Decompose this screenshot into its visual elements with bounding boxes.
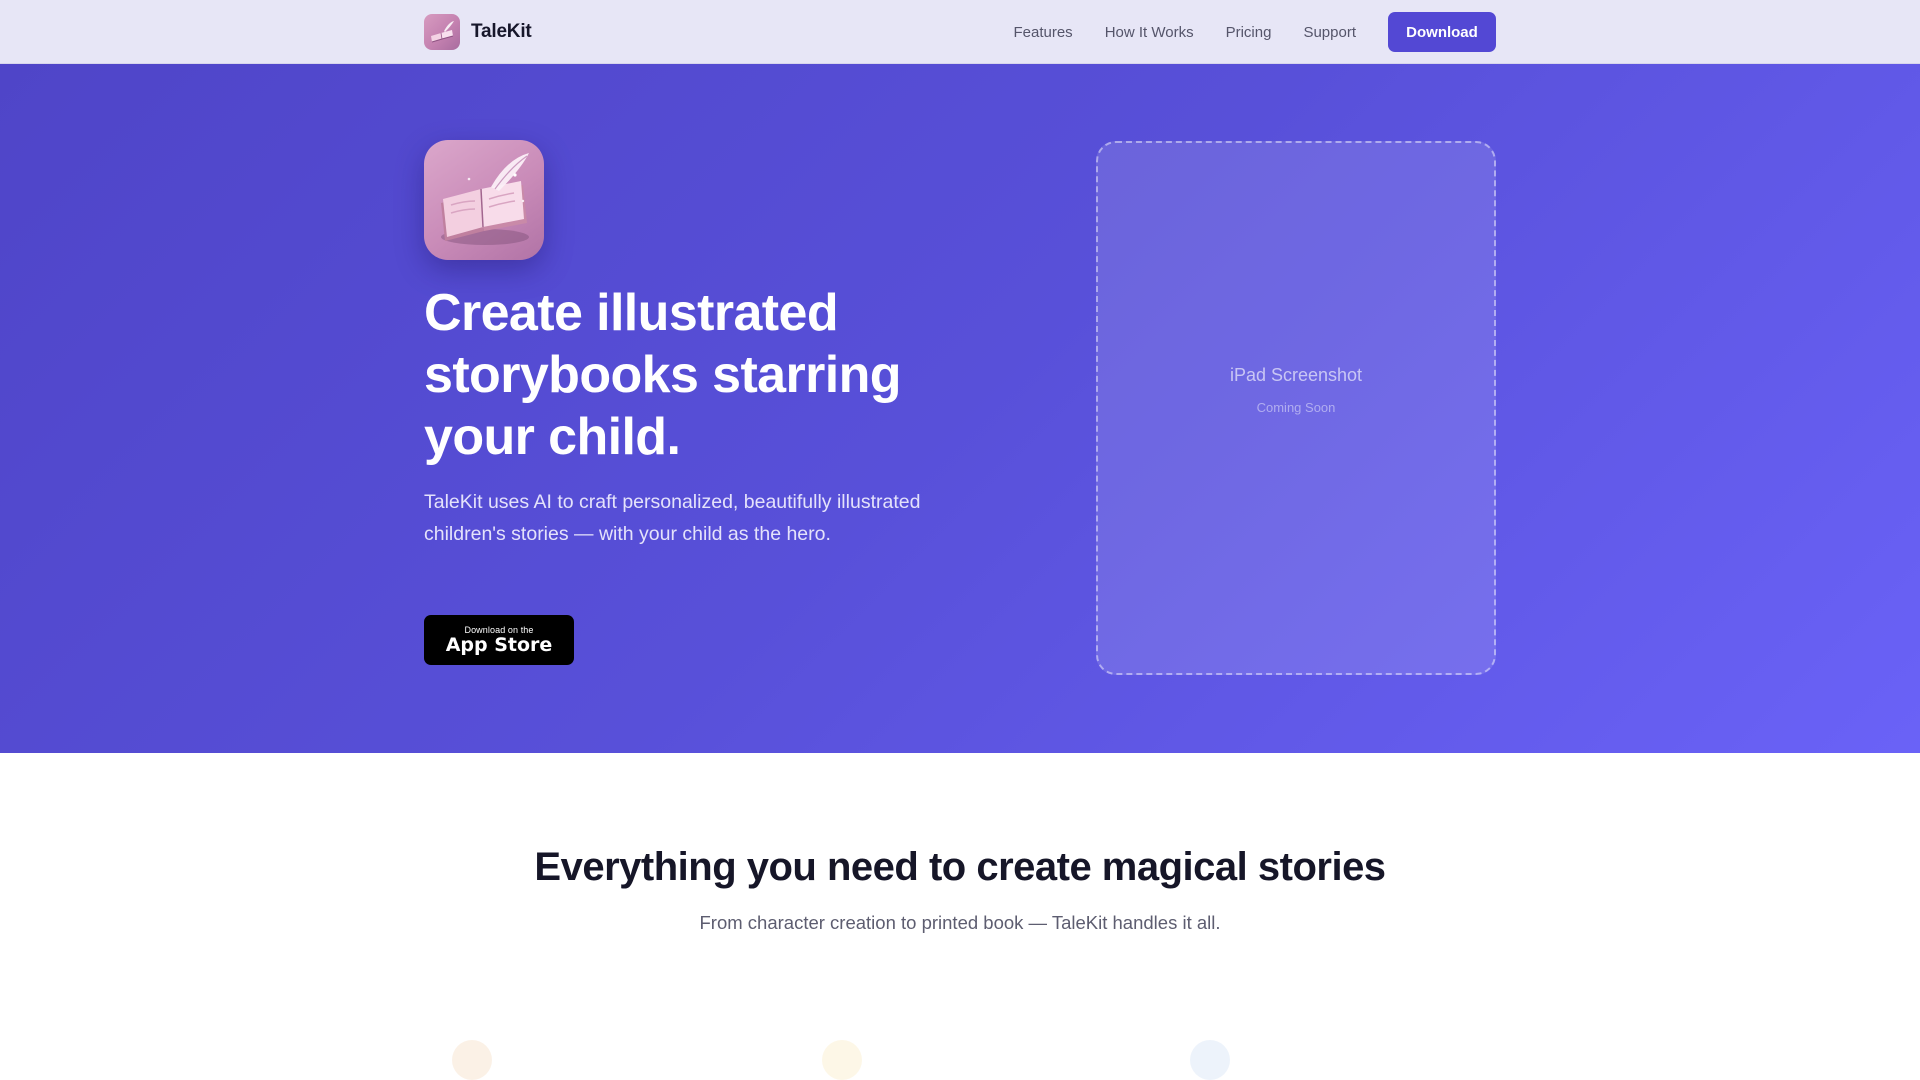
nav-link-support[interactable]: Support <box>1303 24 1356 41</box>
badge-small-text: Download on the <box>464 624 534 635</box>
features-title: Everything you need to create magical st… <box>534 845 1386 889</box>
app-store-badge[interactable]: Download on the App Store <box>424 615 574 665</box>
nav-link-pricing[interactable]: Pricing <box>1226 24 1272 41</box>
nav-link-how-it-works[interactable]: How It Works <box>1105 24 1194 41</box>
brand-name: TaleKit <box>471 21 532 42</box>
placeholder-subtitle: Coming Soon <box>1256 400 1336 415</box>
book-logo-icon <box>424 14 460 50</box>
hero-section: Create illustrated storybooks starring y… <box>0 64 1920 753</box>
navbar-inner: TaleKit Features How It Works Pricing Su… <box>424 0 1496 64</box>
ipad-screenshot-placeholder: iPad Screenshot Coming Soon <box>1096 141 1496 675</box>
navbar: TaleKit Features How It Works Pricing Su… <box>0 0 1920 64</box>
brand[interactable]: TaleKit <box>424 14 532 50</box>
nav-download-button[interactable]: Download <box>1388 12 1496 52</box>
hero-subtitle: TaleKit uses AI to craft personalized, b… <box>424 491 921 545</box>
nav-links: Features How It Works Pricing Support Do… <box>1013 12 1496 52</box>
hero-title: Create illustrated storybooks starring y… <box>424 284 902 466</box>
feature-icon <box>452 1040 492 1080</box>
features-subtitle: From character creation to printed book … <box>699 912 1221 933</box>
nav-link-features[interactable]: Features <box>1013 24 1072 41</box>
feature-icon <box>822 1040 862 1080</box>
placeholder-title: iPad Screenshot <box>1229 365 1363 385</box>
app-icon <box>424 140 544 260</box>
badge-big-text: App Store <box>445 633 553 656</box>
feature-icon <box>1190 1040 1230 1080</box>
